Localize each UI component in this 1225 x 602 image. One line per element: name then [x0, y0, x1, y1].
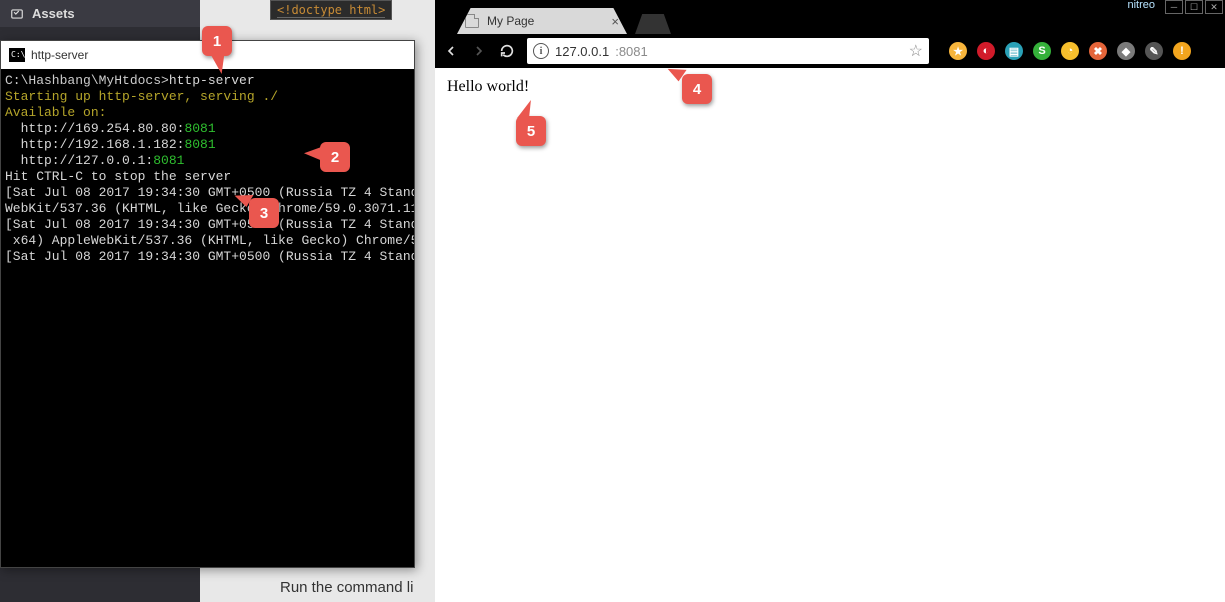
extension-icon[interactable]: ★	[949, 42, 967, 60]
extension-icon[interactable]: ◆	[1117, 42, 1135, 60]
url-port: :8081	[615, 44, 648, 59]
new-tab-button[interactable]	[635, 14, 671, 34]
terminal-title: http-server	[31, 48, 88, 62]
assets-title: Assets	[32, 6, 75, 21]
extension-icon[interactable]: ◐	[977, 42, 995, 60]
browser-user[interactable]: nitreo	[1127, 0, 1155, 11]
extension-icon[interactable]: S	[1033, 42, 1051, 60]
extension-icon[interactable]: ✎	[1145, 42, 1163, 60]
back-button[interactable]	[443, 43, 459, 59]
bookmark-star-icon[interactable]: ☆	[909, 41, 923, 61]
assets-panel-header: Assets	[0, 0, 200, 27]
extension-icon[interactable]: ◔	[1061, 42, 1079, 60]
callout-1: 1	[202, 26, 232, 56]
address-bar[interactable]: i 127.0.0.1 :8081 ☆	[527, 38, 929, 64]
maximize-button[interactable]: ☐	[1185, 0, 1203, 14]
callout-5: 5	[516, 116, 546, 146]
callout-2: 2	[320, 142, 350, 172]
cmd-icon: C:\	[9, 48, 25, 62]
callout-3: 3	[249, 198, 279, 228]
terminal-body[interactable]: C:\Hashbang\MyHtdocs>http-serverStarting…	[1, 69, 414, 567]
window-controls: ─ ☐ ✕	[1165, 0, 1223, 14]
reload-button[interactable]	[499, 43, 515, 59]
browser-window: nitreo ─ ☐ ✕ My Page × i 127.0.0.1 :8081 …	[435, 0, 1225, 602]
extension-icon[interactable]: !	[1173, 42, 1191, 60]
minimize-button[interactable]: ─	[1165, 0, 1183, 14]
assets-icon	[10, 7, 24, 21]
code-snippet: <!doctype html>	[270, 0, 392, 20]
site-info-icon[interactable]: i	[533, 43, 549, 59]
page-icon	[465, 14, 479, 28]
page-viewport[interactable]: Hello world!	[435, 68, 1225, 602]
url-host: 127.0.0.1	[555, 44, 609, 59]
callout-4: 4	[682, 74, 712, 104]
forward-button[interactable]	[471, 43, 487, 59]
page-content: Hello world!	[447, 78, 529, 95]
extension-icon[interactable]: ▤	[1005, 42, 1023, 60]
extension-icon[interactable]: ✖	[1089, 42, 1107, 60]
tab-title: My Page	[487, 14, 534, 28]
page-text-snippet: Run the command li	[280, 579, 413, 596]
tab-close-icon[interactable]: ×	[611, 14, 619, 29]
extension-icons: ★ ◐ ▤ S ◔ ✖ ◆ ✎!	[949, 42, 1191, 60]
close-button[interactable]: ✕	[1205, 0, 1223, 14]
browser-tab[interactable]: My Page ×	[457, 8, 627, 34]
terminal-window: C:\ http-server C:\Hashbang\MyHtdocs>htt…	[0, 40, 415, 568]
tab-strip: My Page ×	[435, 6, 1225, 34]
browser-toolbar: i 127.0.0.1 :8081 ☆ ★ ◐ ▤ S ◔ ✖ ◆ ✎!	[435, 34, 1225, 68]
